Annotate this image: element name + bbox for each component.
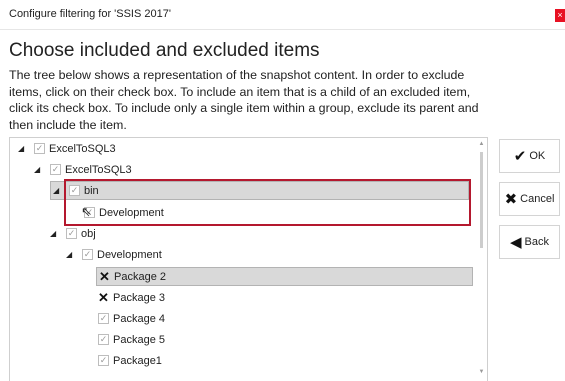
checkbox-icon[interactable]: ✓ bbox=[66, 228, 77, 239]
checkbox-icon[interactable]: ✓ bbox=[98, 355, 109, 366]
ok-button-label: OK bbox=[529, 150, 546, 162]
expander-icon[interactable]: ◢ bbox=[50, 229, 60, 238]
checkbox-icon[interactable]: ✓ bbox=[34, 143, 45, 154]
tree-item[interactable]: ✕ Package 3 bbox=[98, 288, 165, 307]
x-icon: ✖ bbox=[504, 191, 518, 208]
checkbox-icon[interactable]: ✓ bbox=[82, 249, 93, 260]
cancel-button-label: Cancel bbox=[520, 193, 555, 205]
checkbox-icon[interactable]: ✓ bbox=[50, 164, 61, 175]
exclude-x-icon[interactable]: ✕ bbox=[99, 269, 110, 284]
expander-icon[interactable]: ◢ bbox=[66, 250, 76, 259]
tree-item-label: ExcelToSQL3 bbox=[49, 142, 116, 155]
scrollbar-thumb[interactable] bbox=[480, 152, 483, 248]
tree-item-label: obj bbox=[81, 227, 96, 240]
tree-item-label: Package 2 bbox=[114, 270, 166, 283]
tree-item-label: Package 5 bbox=[113, 333, 165, 346]
tree-item[interactable]: ✓ Package 5 bbox=[98, 330, 165, 349]
expander-icon[interactable]: ◢ bbox=[34, 165, 44, 174]
highlight-box bbox=[64, 179, 471, 226]
tree-item[interactable]: ◢ ✓ ExcelToSQL3 bbox=[34, 160, 132, 179]
mouse-cursor-icon: ⇖ bbox=[81, 204, 92, 219]
close-icon[interactable]: × bbox=[555, 9, 565, 22]
tree-item-label: Development bbox=[97, 248, 162, 261]
checkbox-icon[interactable]: ✓ bbox=[98, 334, 109, 345]
tree-item-label: Package 4 bbox=[113, 312, 165, 325]
expander-icon[interactable]: ◢ bbox=[18, 144, 28, 153]
back-button[interactable]: ◀ Back bbox=[499, 225, 560, 259]
tree-item[interactable]: ✓ Package 4 bbox=[98, 309, 165, 328]
tree-item[interactable]: ✕ Package 2 bbox=[96, 267, 473, 286]
snapshot-tree[interactable]: ◢ ✓ ExcelToSQL3 ◢ ✓ ExcelToSQL3 ◢ ✓ bin … bbox=[9, 137, 488, 381]
back-button-label: Back bbox=[524, 236, 549, 248]
scroll-down-icon[interactable]: ▼ bbox=[478, 368, 485, 376]
exclude-x-icon[interactable]: ✕ bbox=[98, 290, 109, 305]
tree-item[interactable]: ◢ ✓ ExcelToSQL3 bbox=[18, 139, 116, 158]
back-arrow-icon: ◀ bbox=[509, 234, 522, 251]
checkmark-icon: ✔ bbox=[513, 148, 527, 165]
page-heading: Choose included and excluded items bbox=[9, 40, 320, 61]
ok-button[interactable]: ✔ OK bbox=[499, 139, 560, 173]
tree-item-label: Package1 bbox=[113, 354, 162, 367]
tree-item[interactable]: ✓ Package1 bbox=[98, 351, 162, 370]
description-text: The tree below shows a representation of… bbox=[9, 68, 479, 132]
title-bar: Configure filtering for 'SSIS 2017' × bbox=[0, 0, 565, 30]
tree-item[interactable]: ◢ ✓ obj bbox=[50, 224, 96, 243]
vertical-scrollbar[interactable]: ▲ ▼ bbox=[478, 140, 485, 376]
expander-icon[interactable]: ◢ bbox=[53, 186, 63, 195]
tree-item-label: Package 3 bbox=[113, 291, 165, 304]
scroll-up-icon[interactable]: ▲ bbox=[478, 140, 485, 148]
checkbox-icon[interactable]: ✓ bbox=[98, 313, 109, 324]
tree-item[interactable]: ◢ ✓ Development bbox=[66, 245, 162, 264]
window-title: Configure filtering for 'SSIS 2017' bbox=[9, 8, 171, 20]
cancel-button[interactable]: ✖ Cancel bbox=[499, 182, 560, 216]
tree-item-label: ExcelToSQL3 bbox=[65, 163, 132, 176]
